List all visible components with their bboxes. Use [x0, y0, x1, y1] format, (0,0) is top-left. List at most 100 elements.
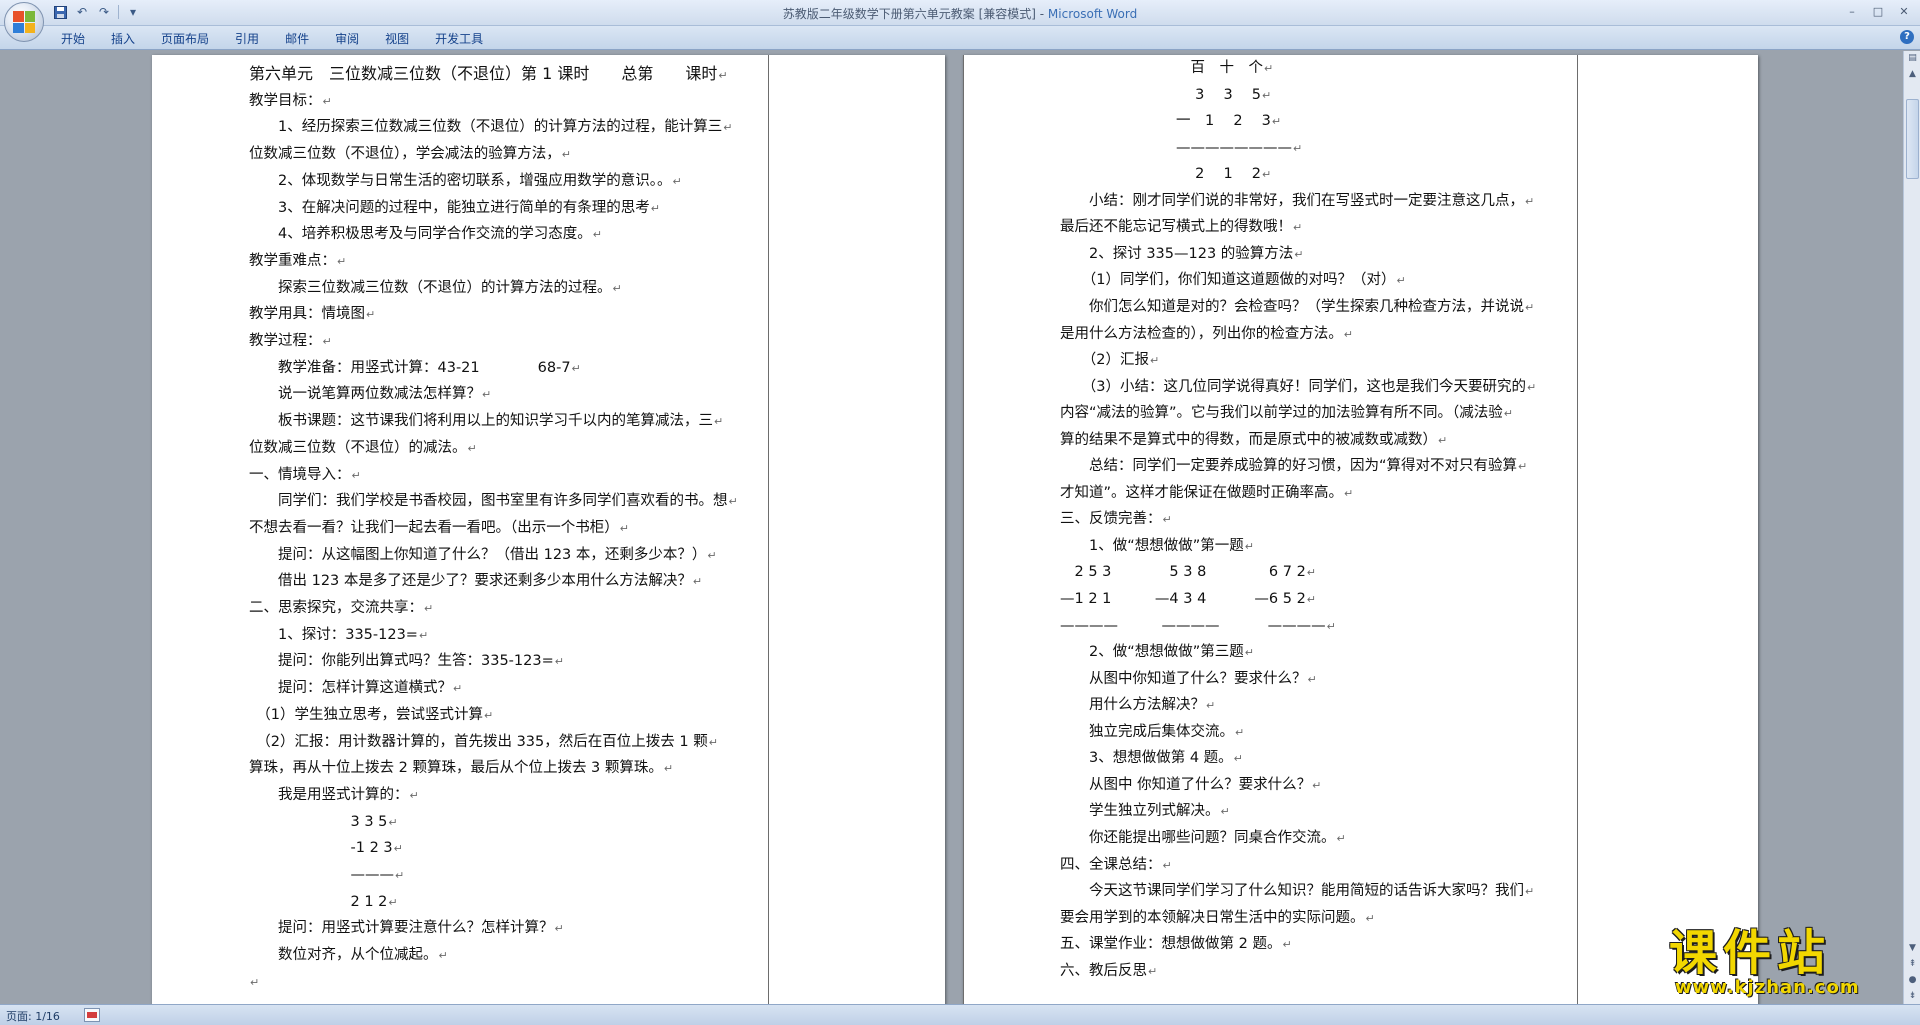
- paragraph-text: 提问：用竖式计算要注意什么？怎样计算？: [249, 920, 554, 937]
- minimize-button[interactable]: –: [1840, 2, 1864, 20]
- paragraph-text: 五、课堂作业：想想做做第 2 题。: [1060, 936, 1282, 953]
- help-icon[interactable]: ?: [1900, 30, 1914, 44]
- paragraph-text: 教学目标：: [249, 92, 322, 109]
- tab-view[interactable]: 视图: [372, 30, 422, 48]
- paragraph-line: 探索三位数减三位数（不退位）的计算方法的过程。↵: [249, 279, 622, 298]
- paragraph-text: 三、反馈完善：: [1060, 511, 1162, 528]
- paragraph-mark-icon: ↵: [1293, 141, 1303, 155]
- scroll-down-icon[interactable]: ▼: [1905, 941, 1920, 956]
- paragraph-line: 算珠，再从十位上拨去 2 颗算珠，最后从个位上拨去 3 颗算珠。↵: [249, 759, 673, 778]
- paragraph-text: 位数减三位数（不退位），学会减法的验算方法，: [249, 146, 561, 163]
- paragraph-text: 算珠，再从十位上拨去 2 颗算珠，最后从个位上拨去 3 颗算珠。: [249, 760, 663, 777]
- paragraph-line: 二、思索探究，交流共享：↵: [249, 599, 433, 618]
- previous-page-icon[interactable]: ⇞: [1905, 957, 1920, 972]
- paragraph-mark-icon: ↵: [1148, 964, 1158, 978]
- app-name: Microsoft Word: [1047, 7, 1138, 21]
- paragraph-mark-icon: ↵: [393, 842, 403, 856]
- tab-references[interactable]: 引用: [222, 30, 272, 48]
- tab-mailings[interactable]: 邮件: [272, 30, 322, 48]
- paragraph-line: （3）小结：这几位同学说得真好！同学们，这也是我们今天要研究的↵: [1060, 378, 1536, 397]
- paragraph-line: 同学们：我们学校是书香校园，图书室里有许多同学们喜欢看的书。想↵: [249, 492, 738, 511]
- scroll-up-icon[interactable]: ▲: [1905, 67, 1920, 82]
- paragraph-text: 六、教后反思: [1060, 962, 1147, 979]
- paragraph-mark-icon: ↵: [1518, 460, 1528, 474]
- paragraph-mark-icon: ↵: [692, 575, 703, 589]
- paragraph-mark-icon: ↵: [1438, 433, 1448, 447]
- tab-insert[interactable]: 插入: [98, 30, 148, 48]
- paragraph-mark-icon: ↵: [672, 174, 682, 188]
- paragraph-line: 1、经历探索三位数减三位数（不退位）的计算方法的过程，能计算三↵: [249, 118, 732, 137]
- paragraph-line: 才知道”。这样才能保证在做题时正确率高。↵: [1060, 484, 1353, 503]
- paragraph-text: 3、在解决问题的过程中，能独立进行简单的有条理的思考: [249, 199, 650, 216]
- paragraph-line: 我是用竖式计算的：↵: [249, 786, 419, 805]
- paragraph-line: 第六单元 三位数减三位数（不退位）第 1 课时 总第 课时↵: [249, 65, 728, 85]
- proofing-status-icon[interactable]: [84, 1008, 100, 1022]
- paragraph-line: 教学用具：情境图↵: [249, 305, 375, 324]
- tab-page-layout[interactable]: 页面布局: [148, 30, 222, 48]
- paragraph-line: 要会用学到的本领解决日常生活中的实际问题。↵: [1060, 909, 1375, 928]
- paragraph-text: 2、体现数学与日常生活的密切联系，增强应用数学的意识。。: [249, 172, 672, 189]
- tab-developer[interactable]: 开发工具: [422, 30, 496, 48]
- vertical-scrollbar[interactable]: ▤ ▲ ▼ ⇞ ● ⇟: [1903, 51, 1920, 1004]
- paragraph-line: （1）学生独立思考，尝试竖式计算↵: [249, 706, 493, 725]
- paragraph-line: 一、情境导入：↵: [249, 466, 361, 485]
- paragraph-mark-icon: ↵: [612, 281, 622, 295]
- scrollbar-thumb[interactable]: [1906, 99, 1919, 179]
- paragraph-text: 4、培养积极思考及与同学合作交流的学习态度。: [249, 226, 592, 243]
- paragraph-line: 不想去看一看？让我们一起去看一看吧。（出示一个书柜）↵: [249, 519, 629, 538]
- tab-home[interactable]: 开始: [48, 30, 98, 48]
- paragraph-text: 教学用具：情境图: [249, 306, 365, 323]
- paragraph-text: 3 3 5: [249, 813, 388, 830]
- paragraph-line: 借出 123 本是多了还是少了？要求还剩多少本用什么方法解决？↵: [249, 572, 702, 591]
- watermark-name: 课件站: [1669, 925, 1832, 981]
- office-button[interactable]: [4, 2, 44, 42]
- paragraph-mark-icon: ↵: [1244, 539, 1254, 553]
- paragraph-line: 数位对齐，从个位减起。↵: [249, 946, 448, 965]
- select-browse-object-icon[interactable]: ●: [1905, 973, 1920, 988]
- paragraph-line: 最后还不能忘记写横式上的得数哦！↵: [1060, 218, 1302, 237]
- paragraph-text: -1 2 3: [249, 840, 393, 857]
- page-count[interactable]: 页面: 1/16: [6, 1008, 60, 1024]
- paragraph-line: 教学重难点：↵: [249, 252, 346, 271]
- next-page-icon[interactable]: ⇟: [1905, 989, 1920, 1004]
- paragraph-mark-icon: ↵: [453, 682, 463, 696]
- ruler-toggle-icon[interactable]: ▤: [1905, 51, 1920, 66]
- paragraph-line: ———↵: [249, 866, 404, 885]
- paragraph-mark-icon: ↵: [1344, 486, 1354, 500]
- close-button[interactable]: ✕: [1892, 2, 1916, 20]
- paragraph-line: ↵: [249, 973, 259, 992]
- document-workspace[interactable]: 第六单元 三位数减三位数（不退位）第 1 课时 总第 课时↵ 教学目标： ↵ 1、经…: [0, 51, 1903, 1004]
- window-title: 苏教版二年级数学下册第六单元教案 [兼容模式] - Microsoft Word: [0, 5, 1920, 22]
- paragraph-line: 2、体现数学与日常生活的密切联系，增强应用数学的意识。。↵: [249, 172, 682, 191]
- tab-review[interactable]: 审阅: [322, 30, 372, 48]
- paragraph-mark-icon: ↵: [337, 254, 347, 268]
- paragraph-text: 一、情境导入：: [249, 466, 351, 483]
- document-page-1[interactable]: 第六单元 三位数减三位数（不退位）第 1 课时 总第 课时↵ 教学目标： ↵ 1、经…: [152, 55, 945, 1004]
- paragraph-mark-icon: ↵: [718, 69, 728, 82]
- paragraph-line: 提问：怎样计算这道横式？↵: [249, 679, 462, 698]
- paragraph-line: 是用什么方法检查的），列出你的检查方法。↵: [1060, 325, 1353, 344]
- paragraph-line: ———— ———— ————↵: [1060, 617, 1336, 636]
- paragraph-text: 从图中 你知道了什么？要求什么？: [1060, 776, 1312, 793]
- paragraph-line: ————————↵: [1060, 139, 1302, 158]
- paragraph-mark-icon: ↵: [1312, 778, 1322, 792]
- paragraph-mark-icon: ↵: [1244, 646, 1254, 660]
- paragraph-mark-icon: ↵: [1233, 752, 1243, 766]
- document-page-2[interactable]: 百 十 个↵ 3 3 5↵ 一 1 2 3↵ ————————↵ 2 1 2↵ …: [963, 55, 1758, 1004]
- paragraph-mark-icon: ↵: [619, 521, 629, 535]
- paragraph-line: 板书课题：这节课我们将利用以上的知识学习千以内的笔算减法，三↵: [249, 412, 723, 431]
- paragraph-line: （2）汇报↵: [1060, 351, 1159, 370]
- paragraph-text: 1、做“想想做做”第一题: [1060, 537, 1244, 554]
- paragraph-line: 1、做“想想做做”第一题↵: [1060, 537, 1254, 556]
- paragraph-line: 六、教后反思↵: [1060, 962, 1157, 981]
- paragraph-line: 你还能提出哪些问题？同桌合作交流。↵: [1060, 829, 1346, 848]
- paragraph-mark-icon: ↵: [1343, 327, 1353, 341]
- paragraph-text: 2、探讨 335—123 的验算方法: [1060, 245, 1294, 262]
- paragraph-mark-icon: ↵: [1162, 858, 1172, 872]
- paragraph-mark-icon: ↵: [571, 361, 581, 375]
- paragraph-text: 我是用竖式计算的：: [249, 786, 409, 803]
- paragraph-line: 从图中 你知道了什么？要求什么？↵: [1060, 776, 1321, 795]
- paragraph-mark-icon: ↵: [1235, 725, 1245, 739]
- paragraph-line: 总结：同学们一定要养成验算的好习惯，因为“算得对不对只有验算↵: [1060, 457, 1527, 476]
- maximize-button[interactable]: □: [1866, 2, 1890, 20]
